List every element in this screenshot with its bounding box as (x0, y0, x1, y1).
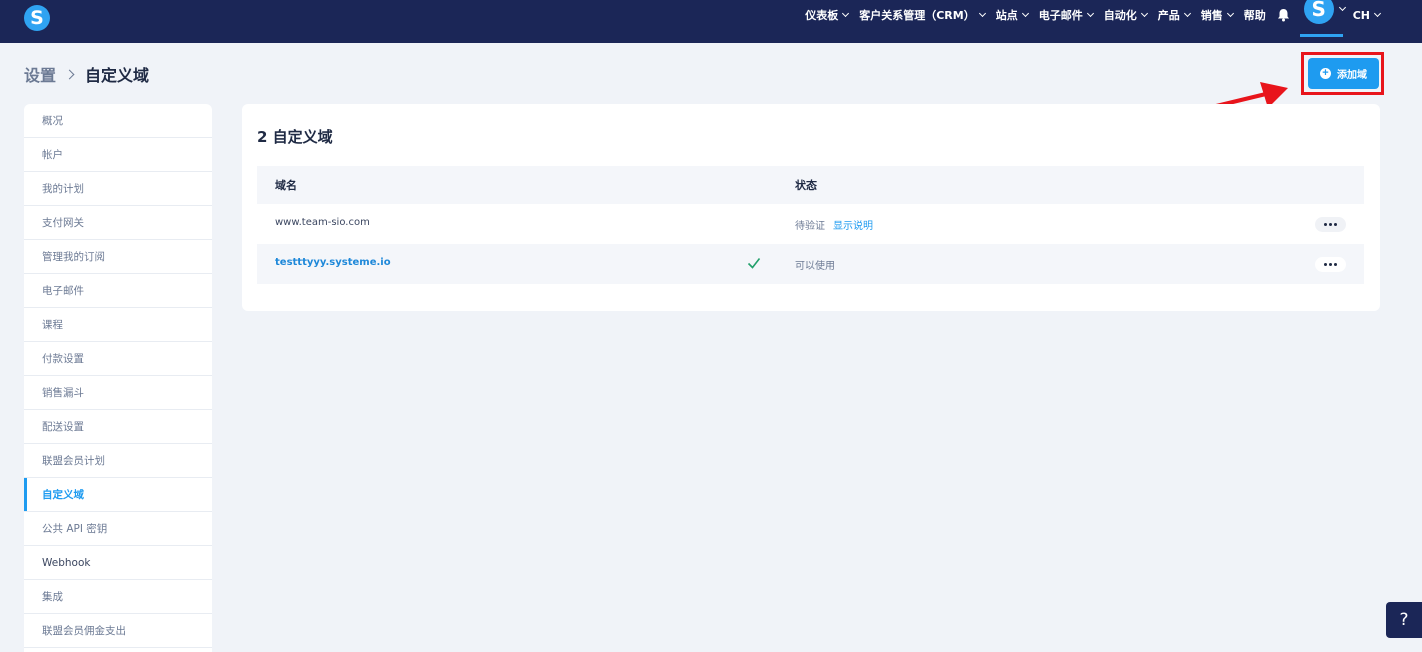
table-header: 域名 状态 (257, 166, 1364, 204)
sidebar-item-my-plan[interactable]: 我的计划 (24, 172, 212, 206)
more-options-button[interactable] (1315, 217, 1346, 232)
nav-item-automation[interactable]: 自动化 (1103, 7, 1148, 23)
language-label: CH (1352, 8, 1370, 22)
add-domain-button[interactable]: + 添加域 (1308, 58, 1379, 89)
more-icon (1324, 223, 1327, 226)
page-title: 自定义域 (85, 66, 150, 85)
sidebar-item-payment-settings[interactable]: 付款设置 (24, 342, 212, 376)
chevron-down-icon (1183, 9, 1191, 18)
nav-item-label: 自动化 (1103, 9, 1137, 22)
chevron-down-icon (1140, 9, 1148, 18)
domain-status: 待验证 显示说明 (795, 217, 873, 232)
chevron-down-icon (1338, 3, 1346, 11)
nav-item-sales[interactable]: 销售 (1200, 7, 1234, 23)
check-icon (747, 258, 761, 269)
breadcrumb-parent[interactable]: 设置 (24, 62, 56, 86)
sidebar-item-overview[interactable]: 概况 (24, 104, 212, 138)
table-row: testttyyy.systeme.io 可以使用 (257, 244, 1364, 284)
chevron-down-icon (842, 9, 850, 18)
domain-name-link[interactable]: testttyyy.systeme.io (275, 257, 391, 268)
sidebar-item-label: 管理我的订阅 (42, 251, 105, 263)
nav-item-label: 站点 (995, 9, 1018, 22)
domains-table: 域名 状态 www.team-sio.com 待验证 显示说明 testttyyy… (257, 166, 1364, 284)
nav-item-dashboard[interactable]: 仪表板 (805, 7, 850, 23)
settings-sidebar: 概况 帐户 我的计划 支付网关 管理我的订阅 电子邮件 课程 付款设置 销售漏斗… (24, 104, 212, 652)
main-nav: 仪表板 客户关系管理（CRM） 站点 电子邮件 自动化 产品 销售 帮助 S C… (805, 0, 1422, 37)
sidebar-item-label: Webhook (42, 556, 91, 569)
nav-item-label: 客户关系管理（CRM） (859, 9, 975, 22)
nav-item-label: 帮助 (1243, 9, 1266, 22)
sidebar-item-label: 联盟会员计划 (42, 455, 105, 467)
sidebar-item-affiliate-payouts[interactable]: 联盟会员佣金支出 (24, 614, 212, 648)
help-button[interactable]: ? (1386, 602, 1422, 638)
nav-item-label: 产品 (1157, 9, 1180, 22)
sidebar-item-custom-domains[interactable]: 自定义域 (24, 478, 212, 512)
sidebar-item-integrations[interactable]: 集成 (24, 580, 212, 614)
more-options-button[interactable] (1315, 257, 1346, 272)
nav-item-email[interactable]: 电子邮件 (1038, 7, 1094, 23)
user-menu[interactable]: S (1299, 0, 1346, 37)
avatar[interactable]: S (1303, 0, 1334, 24)
more-icon-dot (1334, 223, 1337, 226)
sidebar-item-label: 帐户 (42, 149, 63, 161)
nav-item-crm[interactable]: 客户关系管理（CRM） (859, 7, 986, 23)
nav-item-label: 仪表板 (805, 9, 839, 22)
sidebar-item-sales-funnels[interactable]: 销售漏斗 (24, 376, 212, 410)
domain-name: www.team-sio.com (275, 217, 370, 228)
column-header-domain: 域名 (275, 179, 297, 192)
add-domain-label: 添加域 (1337, 70, 1367, 81)
nav-item-label: 销售 (1200, 9, 1223, 22)
sidebar-item-label: 我的计划 (42, 183, 84, 195)
chevron-down-icon (978, 9, 986, 18)
more-icon-dot (1329, 263, 1332, 266)
sidebar-item-public-api-key[interactable]: 公共 API 密钥 (24, 512, 212, 546)
status-text: 待验证 (795, 221, 825, 232)
sidebar-item-subscriptions[interactable]: 管理我的订阅 (24, 240, 212, 274)
chevron-down-icon (1086, 9, 1094, 18)
sidebar-item-label: 自定义域 (42, 489, 84, 501)
more-icon-dot (1334, 263, 1337, 266)
sidebar-item-shipping[interactable]: 配送设置 (24, 410, 212, 444)
sidebar-item-label: 公共 API 密钥 (42, 523, 108, 535)
active-indicator (1299, 33, 1343, 37)
sidebar-item-payment-gateways[interactable]: 支付网关 (24, 206, 212, 240)
sidebar-item-webhook[interactable]: Webhook (24, 546, 212, 580)
more-icon-dot (1329, 223, 1332, 226)
status-text: 可以使用 (795, 261, 835, 272)
sidebar-item-courses[interactable]: 课程 (24, 308, 212, 342)
domain-status: 可以使用 (795, 257, 835, 272)
table-row: www.team-sio.com 待验证 显示说明 (257, 204, 1364, 244)
sidebar-item-affiliate-program[interactable]: 联盟会员计划 (24, 444, 212, 478)
plus-circle-icon: + (1320, 68, 1331, 79)
chevron-right-icon (64, 69, 75, 79)
sidebar-item-label: 付款设置 (42, 353, 84, 365)
logo[interactable]: S (24, 5, 50, 31)
more-icon (1324, 263, 1327, 266)
language-selector[interactable]: CH (1352, 8, 1382, 22)
sidebar-item-label: 概况 (42, 115, 63, 127)
nav-item-products[interactable]: 产品 (1157, 7, 1191, 23)
chevron-down-icon (1021, 9, 1029, 18)
top-navigation-bar: S 仪表板 客户关系管理（CRM） 站点 电子邮件 自动化 产品 销售 帮助 S… (0, 0, 1422, 43)
breadcrumb: 设置 自定义域 (24, 62, 149, 86)
sidebar-item-label: 集成 (42, 591, 63, 603)
sidebar-item-account[interactable]: 帐户 (24, 138, 212, 172)
bell-icon[interactable] (1277, 8, 1290, 22)
sidebar-item-label: 联盟会员佣金支出 (42, 625, 126, 637)
nav-item-sites[interactable]: 站点 (995, 7, 1029, 23)
sidebar-item-label: 电子邮件 (42, 285, 84, 297)
custom-domains-panel: 2 自定义域 域名 状态 www.team-sio.com 待验证 显示说明 te… (242, 104, 1380, 311)
sidebar-item-label: 支付网关 (42, 217, 84, 229)
chevron-down-icon (1226, 9, 1234, 18)
nav-item-help[interactable]: 帮助 (1244, 7, 1266, 23)
chevron-down-icon (1373, 9, 1382, 18)
sidebar-item-label: 销售漏斗 (42, 387, 84, 399)
column-header-status: 状态 (795, 179, 817, 192)
section-title: 2 自定义域 (257, 128, 333, 146)
sidebar-item-label: 课程 (42, 319, 63, 331)
show-instructions-link[interactable]: 显示说明 (833, 221, 873, 232)
sidebar-item-email[interactable]: 电子邮件 (24, 274, 212, 308)
nav-item-label: 电子邮件 (1038, 9, 1083, 22)
sidebar-item-label: 配送设置 (42, 421, 84, 433)
